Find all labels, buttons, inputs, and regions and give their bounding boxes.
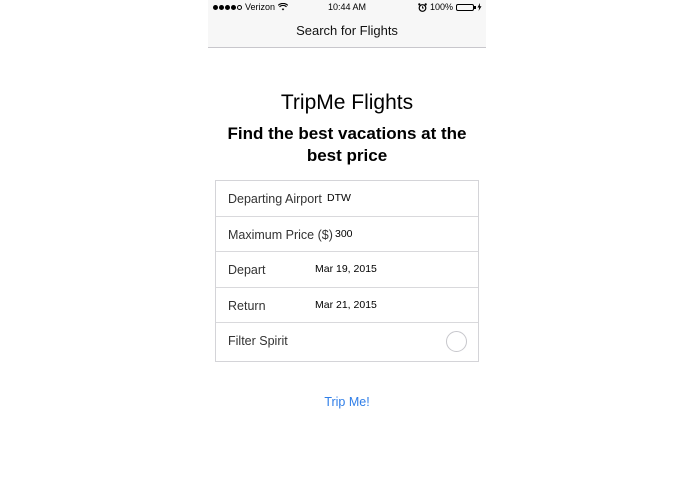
departing-airport-field[interactable]: DTW	[327, 181, 351, 215]
filter-spirit-row: Filter Spirit	[216, 323, 478, 361]
search-form: Departing Airport DTW Maximum Price ($) …	[215, 180, 479, 362]
departing-airport-row: Departing Airport DTW	[216, 181, 478, 217]
status-right-group: 100%	[418, 0, 482, 14]
maximum-price-field[interactable]: 300	[335, 217, 353, 251]
filter-spirit-toggle[interactable]	[446, 331, 467, 352]
depart-date-field[interactable]: Mar 19, 2015	[315, 252, 377, 286]
trip-me-button[interactable]: Trip Me!	[208, 393, 486, 411]
charging-bolt-icon	[477, 3, 482, 11]
maximum-price-row: Maximum Price ($) 300	[216, 217, 478, 252]
depart-row: Depart Mar 19, 2015	[216, 252, 478, 288]
phone-screen: Verizon 10:44 AM 100% Search for Flights…	[208, 0, 486, 494]
status-bar: Verizon 10:44 AM 100%	[208, 0, 486, 14]
page-title: TripMe Flights	[280, 91, 414, 114]
departing-airport-label: Departing Airport	[228, 192, 322, 206]
return-row: Return Mar 21, 2015	[216, 288, 478, 323]
page-subtitle: Find the best vacations at the best pric…	[227, 124, 467, 165]
return-label: Return	[228, 298, 266, 313]
battery-percent: 100%	[429, 2, 453, 12]
return-date-field[interactable]: Mar 21, 2015	[315, 288, 377, 322]
nav-title: Search for Flights	[208, 14, 486, 48]
depart-label: Depart	[228, 263, 266, 277]
alarm-clock-icon	[418, 2, 427, 12]
filter-spirit-label: Filter Spirit	[228, 334, 288, 348]
battery-icon	[456, 3, 476, 11]
maximum-price-label: Maximum Price ($)	[228, 227, 333, 242]
